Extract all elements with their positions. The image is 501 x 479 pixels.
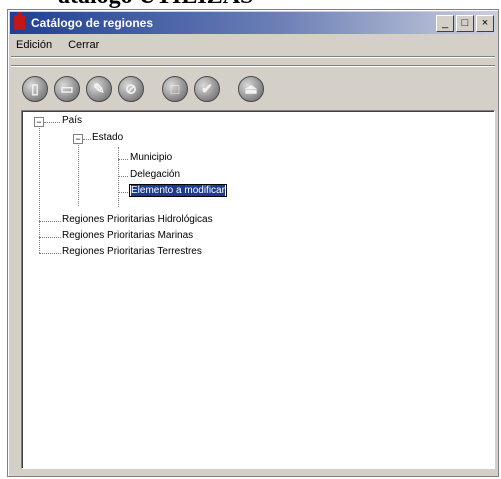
menu-item-cerrar[interactable]: Cerrar: [66, 37, 101, 55]
tree-node-pais[interactable]: País: [62, 115, 82, 126]
tree-guide-root: [39, 122, 40, 253]
tree-connector: [39, 221, 61, 222]
delete-icon: ⊘: [125, 80, 137, 97]
menu-item-edicion[interactable]: Edición: [14, 37, 54, 55]
save-icon: ▭: [60, 80, 74, 97]
tree-node-regiones-terrestres[interactable]: Regiones Prioritarias Terrestres: [62, 246, 202, 257]
tree-connector: [39, 253, 61, 254]
tree-node-estado[interactable]: Estado: [92, 132, 123, 143]
accept-icon: ✔: [201, 80, 213, 97]
tree-node-municipio[interactable]: Municipio: [130, 152, 172, 163]
tree-node-edit-text: Elemento a modificar: [131, 185, 225, 196]
add-node-icon: ▯: [31, 80, 39, 97]
exit-button[interactable]: ⏏: [238, 76, 264, 102]
toolbar-divider: [11, 65, 495, 67]
add-node-button[interactable]: ▯: [22, 76, 48, 102]
tree-connector: [118, 176, 128, 177]
minimize-button[interactable]: _: [436, 15, 454, 32]
app-icon: [14, 12, 25, 30]
cancel-icon: □: [170, 81, 180, 97]
tree-node-edit-field[interactable]: Elemento a modificar: [129, 184, 227, 197]
save-button[interactable]: ▭: [54, 76, 80, 102]
window-title: Catálogo de regiones: [31, 16, 154, 30]
delete-button[interactable]: ⊘: [118, 76, 144, 102]
tree-guide-estado: [78, 138, 79, 206]
cancel-button[interactable]: □: [162, 76, 188, 102]
title-bar[interactable]: Catálogo de regiones _ □ ×: [10, 12, 496, 34]
toolbar: ▯ ▭ ✎ ⊘ □ ✔ ⏏: [22, 73, 270, 105]
catalog-window: Catálogo de regiones _ □ × Edición Cerra…: [7, 9, 499, 477]
window-controls: _ □ ×: [436, 15, 494, 32]
tree-connector: [44, 122, 60, 123]
tree-node-delegacion[interactable]: Delegación: [130, 169, 180, 180]
exit-icon: ⏏: [244, 80, 258, 97]
tree-connector: [118, 159, 128, 160]
edit-icon: ✎: [93, 80, 105, 97]
tree-connector: [118, 192, 128, 193]
tree-connector: [83, 139, 91, 140]
expand-estado-toggle[interactable]: −: [73, 134, 83, 144]
menu-bar: Edición Cerrar: [14, 37, 101, 55]
expand-pais-toggle[interactable]: −: [34, 117, 44, 127]
tree-node-regiones-marinas[interactable]: Regiones Prioritarias Marinas: [62, 230, 193, 241]
edit-button[interactable]: ✎: [86, 76, 112, 102]
accept-button[interactable]: ✔: [194, 76, 220, 102]
maximize-button[interactable]: □: [456, 15, 474, 32]
regions-tree[interactable]: − País − Estado Municipio Delegación Ele…: [21, 110, 495, 469]
menu-divider: [11, 56, 495, 58]
close-button[interactable]: ×: [476, 15, 494, 32]
tree-guide-children: [118, 147, 119, 207]
tree-connector: [39, 237, 61, 238]
tree-node-regiones-hidrologicas[interactable]: Regiones Prioritarias Hidrológicas: [62, 214, 213, 225]
